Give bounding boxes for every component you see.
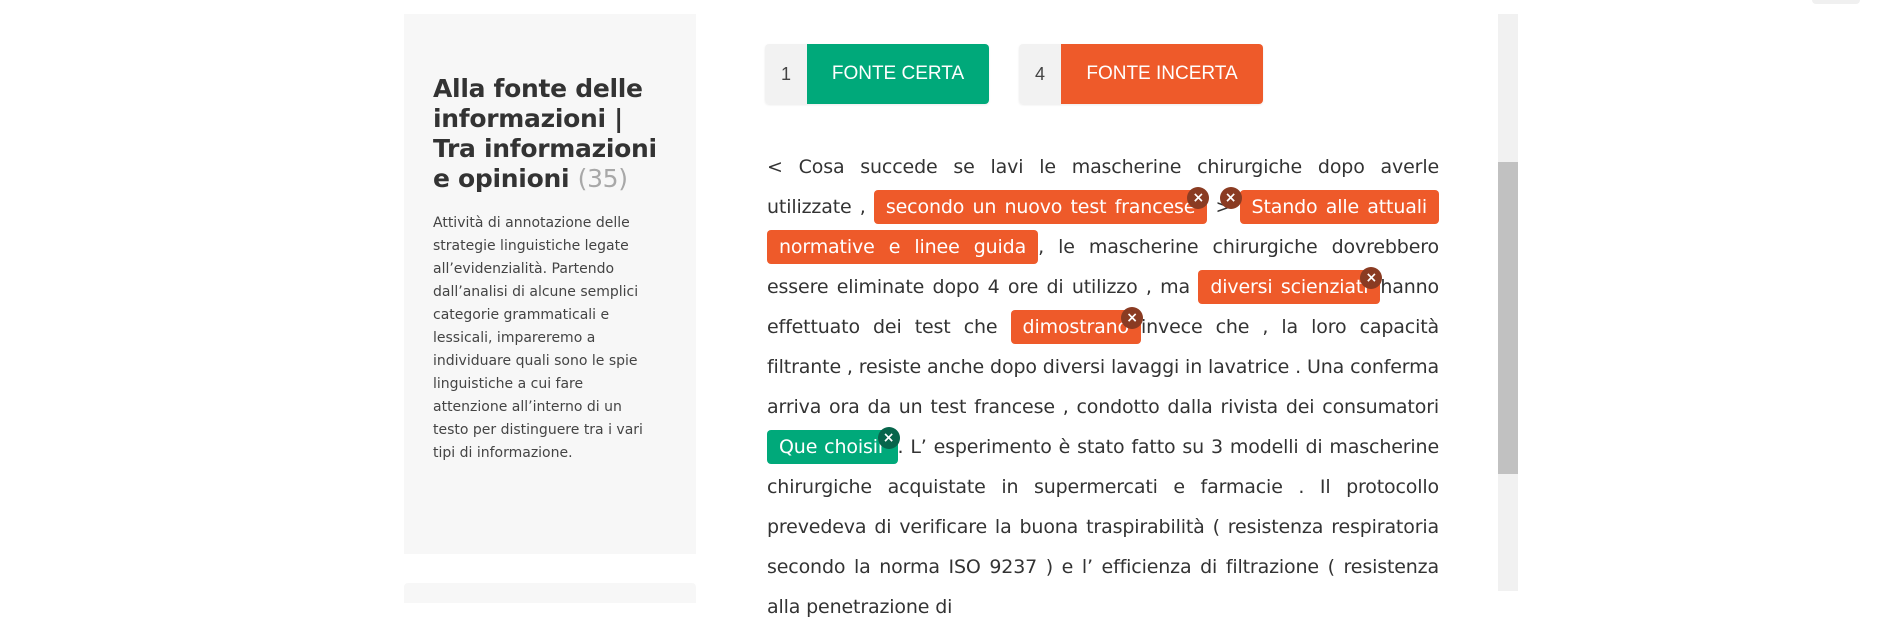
close-icon[interactable]: × xyxy=(1360,267,1383,289)
top-corner-button[interactable] xyxy=(1812,0,1860,4)
fonte-incerta-counter[interactable]: 4 FONTE INCERTA xyxy=(1019,44,1263,104)
fonte-certa-count: 1 xyxy=(765,44,807,104)
activity-sidebar: Alla fonte delle informazioni | Tra info… xyxy=(404,14,696,554)
fonte-certa-counter[interactable]: 1 FONTE CERTA xyxy=(765,44,989,104)
activity-count: (35) xyxy=(577,164,628,193)
annotation-tag-label: diversi scienziati xyxy=(1210,276,1369,298)
annotation-text[interactable]: < Cosa succede se lavi le mascherine chi… xyxy=(767,147,1439,627)
annotation-tag-incerta[interactable]: dimostrano × xyxy=(1010,307,1143,344)
annotation-tag-certa[interactable]: Que choisir × xyxy=(767,427,900,464)
activity-title: Alla fonte delle informazioni | Tra info… xyxy=(433,74,660,194)
annotation-tag-label: dimostrano xyxy=(1022,316,1130,338)
activity-description: Attività di annotazione delle strategie … xyxy=(433,215,643,461)
close-icon[interactable]: × xyxy=(1121,307,1143,329)
annotation-tag-label: secondo un nuovo test francese xyxy=(885,196,1196,218)
annotation-tag-incerta[interactable]: secondo un nuovo test francese × xyxy=(873,187,1210,224)
close-icon[interactable]: × xyxy=(1187,187,1210,209)
fonte-certa-button[interactable]: FONTE CERTA xyxy=(807,44,989,104)
close-icon[interactable]: × xyxy=(877,427,900,449)
close-icon[interactable]: × xyxy=(1219,187,1242,209)
scrollbar-thumb[interactable] xyxy=(1498,162,1518,474)
fonte-incerta-button[interactable]: FONTE INCERTA xyxy=(1061,44,1263,104)
annotation-tag-label: Que choisir xyxy=(779,436,886,458)
annotation-tag-incerta[interactable]: diversi scienziati × xyxy=(1198,267,1383,304)
fonte-incerta-count: 4 xyxy=(1019,44,1061,104)
next-activity-card[interactable] xyxy=(404,583,696,603)
